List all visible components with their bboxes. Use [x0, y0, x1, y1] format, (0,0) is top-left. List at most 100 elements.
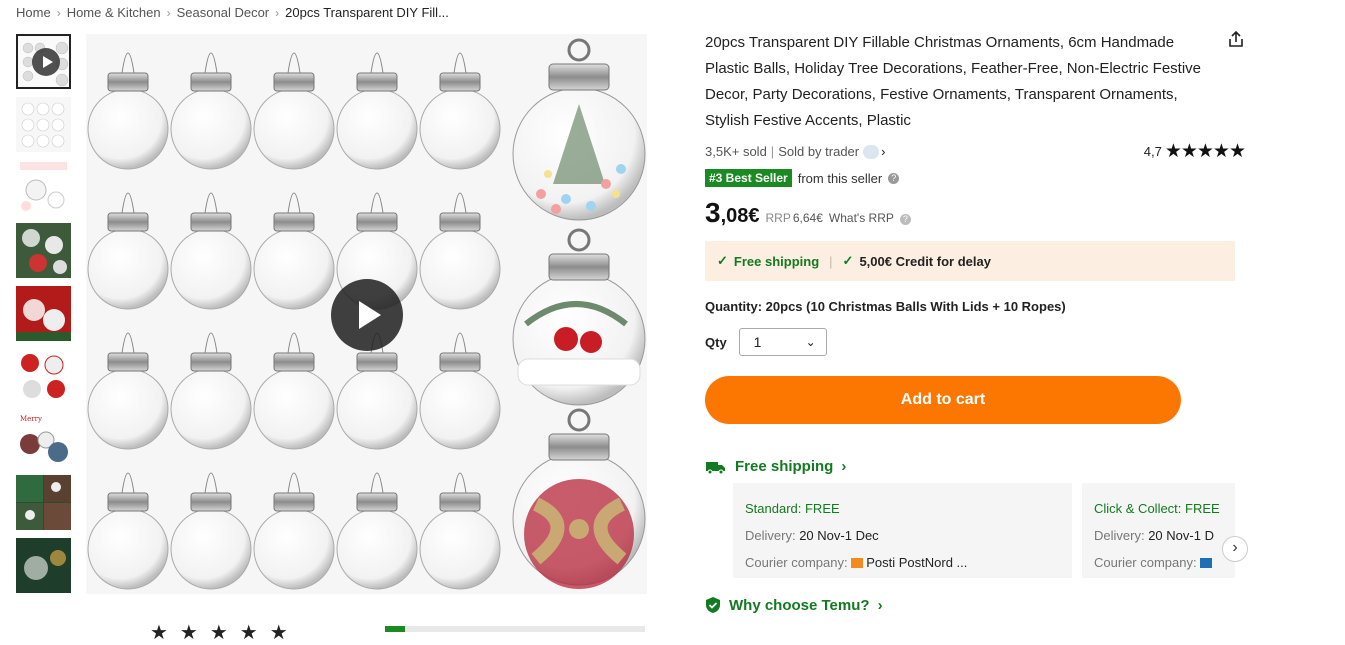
- free-shipping-link: Free shipping: [735, 458, 834, 475]
- ornament-rope: [121, 332, 135, 354]
- chevron-right-icon: ›: [56, 5, 61, 20]
- price-row: 3,08€ RRP 6,64€ What's RRP ?: [705, 197, 1245, 229]
- ornament-ball: [170, 368, 252, 450]
- ornament-ball: [419, 368, 501, 450]
- chevron-right-icon[interactable]: ›: [881, 144, 885, 159]
- ornament-rope: [287, 472, 301, 494]
- add-to-cart-button[interactable]: Add to cart: [705, 376, 1181, 424]
- thumbnail-image[interactable]: [16, 223, 71, 278]
- shipping-options: Standard: FREE Delivery: 20 Nov-1 Dec Co…: [733, 483, 1235, 578]
- thumbnail-image[interactable]: [16, 97, 71, 152]
- ornament-cap: [356, 492, 398, 512]
- svg-text:Merry: Merry: [20, 415, 42, 423]
- ornament-ball: [419, 508, 501, 590]
- option-title: Click & Collect: FREE: [1094, 501, 1220, 516]
- ornament-ball: [87, 368, 169, 450]
- thumbnail-image[interactable]: [16, 160, 71, 215]
- rrp-label: RRP: [765, 211, 791, 225]
- ornament-ball: [170, 508, 252, 590]
- ornament-cap: [107, 492, 149, 512]
- ornament-ball: [419, 228, 501, 310]
- help-icon[interactable]: ?: [899, 214, 911, 225]
- thumbnail-image[interactable]: [16, 286, 71, 341]
- delivery-value: 20 Nov-1 Dec: [799, 528, 879, 543]
- ornament-ball: [253, 88, 335, 170]
- help-icon[interactable]: ?: [888, 172, 900, 184]
- postnord-logo-icon: [1200, 558, 1213, 568]
- whats-rrp-link[interactable]: What's RRP: [829, 211, 894, 225]
- ornament-rope: [453, 332, 467, 354]
- rating-summary[interactable]: 4,7 ★★★★★: [1143, 140, 1246, 163]
- breadcrumb-home-kitchen[interactable]: Home & Kitchen: [67, 5, 161, 20]
- play-video-button[interactable]: [331, 279, 403, 351]
- free-shipping-label: Free shipping: [733, 253, 820, 269]
- delivery-value: 20 Nov-1 D: [1148, 528, 1214, 543]
- shield-check-icon: [706, 597, 720, 613]
- ornament-cap: [190, 352, 232, 372]
- next-arrow-button[interactable]: ›: [1222, 536, 1248, 562]
- chevron-right-icon: ›: [166, 5, 171, 20]
- ornament-cap: [107, 352, 149, 372]
- free-shipping-heading[interactable]: Free shipping ›: [705, 458, 1245, 475]
- ornament-cap: [439, 492, 481, 512]
- breadcrumb-current: 20pcs Transparent DIY Fill...: [285, 5, 449, 20]
- seller-avatar: [863, 144, 880, 159]
- ornament-rope: [287, 192, 301, 214]
- ornament-cap: [356, 72, 398, 92]
- ornament-rope: [204, 52, 218, 74]
- thumbnail-strip: Merry: [16, 34, 74, 601]
- ornament-ball: [253, 508, 335, 590]
- ornament-rope: [453, 192, 467, 214]
- price-decimal: ,08€: [720, 205, 760, 227]
- bestseller-text: from this seller: [797, 170, 883, 186]
- shipping-option-click-collect[interactable]: Click & Collect: FREE Delivery: 20 Nov-1…: [1082, 483, 1235, 578]
- sales-row: 3,5K+ sold | Sold by trader › 4,7 ★★★★★: [705, 140, 1246, 163]
- check-icon: ✓: [842, 253, 854, 268]
- play-icon: [32, 48, 60, 76]
- delivery-label: Delivery:: [1094, 528, 1145, 543]
- review-stars-icon: ★★★★★: [150, 622, 300, 644]
- ornament-rope: [287, 332, 301, 354]
- qty-select[interactable]: 1 ⌄: [738, 328, 827, 356]
- ornament-cap: [273, 492, 315, 512]
- breadcrumb-home[interactable]: Home: [16, 5, 51, 20]
- bestseller-row: #3 Best Seller from this seller ?: [705, 169, 1245, 187]
- shipping-banner[interactable]: ✓ Free shipping | ✓ 5,00€ Credit for del…: [705, 241, 1235, 281]
- thumbnail-image[interactable]: [16, 349, 71, 404]
- ornament-rope: [121, 192, 135, 214]
- ornament-ball: [87, 88, 169, 170]
- share-icon[interactable]: [1227, 30, 1245, 48]
- ornament-rope: [453, 52, 467, 74]
- ornament-rope: [204, 192, 218, 214]
- chevron-down-icon: ⌄: [805, 335, 816, 349]
- qty-label: Qty: [705, 334, 727, 350]
- ornament-cap: [190, 72, 232, 92]
- review-progress-bar: [385, 626, 645, 632]
- thumbnail-image[interactable]: [16, 475, 71, 530]
- ornament-ball: [336, 88, 418, 170]
- thumbnail-image[interactable]: Merry: [16, 412, 71, 467]
- review-progress-fill: [385, 626, 405, 632]
- thumbnail-video[interactable]: [16, 34, 71, 89]
- ornament-rope: [453, 472, 467, 494]
- seller-link[interactable]: Sold by trader: [778, 144, 859, 159]
- ornament-cap: [273, 212, 315, 232]
- shipping-option-standard[interactable]: Standard: FREE Delivery: 20 Nov-1 Dec Co…: [733, 483, 1072, 578]
- thumbnail-image[interactable]: [16, 538, 71, 593]
- ornament-cap: [190, 212, 232, 232]
- courier-label: Courier company:: [1094, 555, 1197, 570]
- ornament-rope: [204, 332, 218, 354]
- ornament-rope: [370, 472, 384, 494]
- why-choose-text: Why choose Temu?: [729, 596, 870, 614]
- divider: |: [829, 253, 833, 269]
- product-main-image[interactable]: [86, 34, 647, 594]
- courier-label: Courier company:: [745, 555, 848, 570]
- price-integer: 3: [705, 197, 721, 228]
- why-choose-link[interactable]: Why choose Temu? ›: [705, 596, 1245, 614]
- rating-value: 4,7: [1143, 144, 1162, 159]
- ornament-rope: [370, 52, 384, 74]
- breadcrumb-seasonal-decor[interactable]: Seasonal Decor: [177, 5, 270, 20]
- ornament-rope: [370, 192, 384, 214]
- ornament-cap: [439, 212, 481, 232]
- chevron-right-icon: ›: [275, 5, 280, 20]
